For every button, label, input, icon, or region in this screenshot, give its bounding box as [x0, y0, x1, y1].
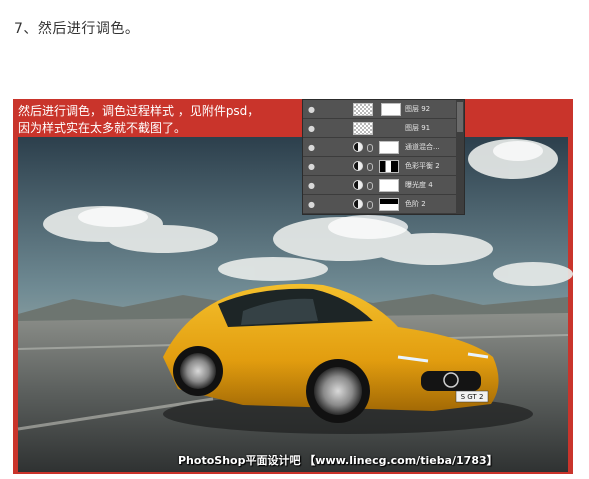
- layer-mask-thumbnail: [379, 141, 399, 154]
- layer-mask-thumbnail: [379, 160, 399, 173]
- link-icon: [367, 144, 373, 152]
- layer-name: 色彩平衡 2: [405, 162, 440, 170]
- adjustment-icon: [353, 180, 363, 190]
- layer-name: 曝光度 4: [405, 181, 433, 189]
- eye-icon[interactable]: ●: [307, 200, 316, 209]
- layers-panel: ● 图层 92 ● 图层 91 ● 通道混合... ● 色彩平衡 2 ● 曝光度…: [302, 99, 465, 215]
- tutorial-image: S GT 2 然后进行调色，调色过程样式 ，见附件psd， 因为样式实在太多就不…: [13, 99, 573, 474]
- eye-icon[interactable]: ●: [307, 105, 316, 114]
- caption-line-1: 然后进行调色，调色过程样式 ，见附件psd，: [18, 104, 260, 118]
- layer-row[interactable]: ● 通道混合...: [303, 139, 464, 157]
- eye-icon[interactable]: ●: [307, 181, 316, 190]
- link-icon: [367, 201, 373, 209]
- layer-name: 图层 92: [405, 105, 431, 113]
- layer-row[interactable]: ● 图层 92: [303, 101, 464, 119]
- link-icon: [367, 182, 373, 190]
- layer-thumbnail: [353, 103, 373, 116]
- eye-icon[interactable]: ●: [307, 124, 316, 133]
- panel-scrollbar[interactable]: [456, 100, 464, 214]
- adjustment-icon: [353, 161, 363, 171]
- layer-mask-thumbnail: [381, 103, 401, 116]
- layer-name: 图层 91: [405, 124, 431, 132]
- layer-row[interactable]: ● 图层 91: [303, 120, 464, 138]
- step-title: 7、然后进行调色。: [14, 21, 140, 37]
- layer-row[interactable]: ● 色阶 2: [303, 196, 464, 214]
- watermark: PhotoShop平面设计吧 【www.linecg.com/tieba/178…: [178, 454, 498, 467]
- scrollbar-thumb[interactable]: [457, 102, 463, 132]
- link-icon: [367, 163, 373, 171]
- layer-mask-thumbnail: [379, 198, 399, 211]
- layer-row[interactable]: ● 色彩平衡 2: [303, 158, 464, 176]
- layer-name: 色阶 2: [405, 200, 426, 208]
- layer-thumbnail: [353, 122, 373, 135]
- caption-line-2: 因为样式实在太多就不截图了。: [18, 121, 187, 135]
- eye-icon[interactable]: ●: [307, 143, 316, 152]
- car-scene-illustration: S GT 2: [17, 137, 573, 472]
- eye-icon[interactable]: ●: [307, 162, 316, 171]
- caption: 然后进行调色，调色过程样式 ，见附件psd， 因为样式实在太多就不截图了。: [18, 103, 298, 137]
- layer-row[interactable]: ● 曝光度 4: [303, 177, 464, 195]
- layer-name: 通道混合...: [405, 143, 440, 151]
- adjustment-icon: [353, 199, 363, 209]
- adjustment-icon: [353, 142, 363, 152]
- layer-mask-thumbnail: [379, 179, 399, 192]
- license-plate: S GT 2: [461, 393, 484, 401]
